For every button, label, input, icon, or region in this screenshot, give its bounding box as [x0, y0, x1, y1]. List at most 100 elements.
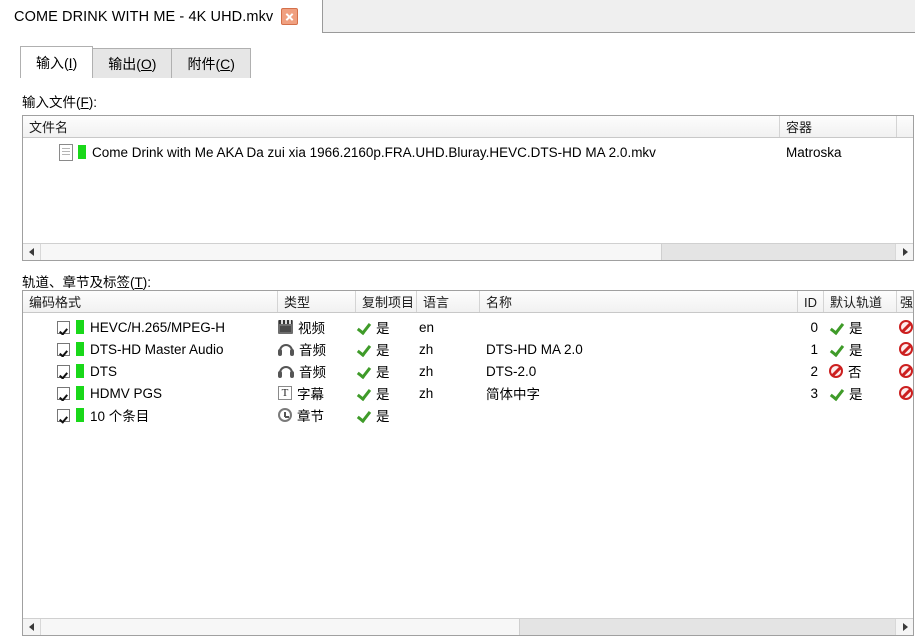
table-row[interactable]: HDMV PGS T 字幕 是 zh 简体中字 3 是	[23, 382, 913, 404]
track-type-cell: T 字幕	[278, 383, 356, 403]
tracks-hscrollbar[interactable]	[23, 618, 913, 635]
track-codec-cell[interactable]: HDMV PGS	[23, 386, 278, 401]
check-icon	[356, 386, 371, 400]
scrollbar-track[interactable]	[520, 619, 895, 635]
tab-output[interactable]: 输出(O)	[92, 48, 173, 78]
track-copy-cell[interactable]: 是	[356, 405, 417, 425]
tracks-rows: HEVC/H.265/MPEG-H 视频 是 en 0 是 DTS-HD Mas…	[23, 313, 913, 426]
tab-attachments[interactable]: 附件(C)	[171, 48, 251, 78]
column-header-container[interactable]: 容器	[780, 116, 897, 137]
track-default-text: 是	[849, 343, 863, 358]
column-header-filename[interactable]: 文件名	[23, 116, 780, 137]
track-codec-text: DTS-HD Master Audio	[90, 341, 224, 357]
track-forced-cell[interactable]	[897, 342, 913, 356]
track-type-text: 章节	[297, 409, 324, 424]
table-row[interactable]: HEVC/H.265/MPEG-H 视频 是 en 0 是	[23, 316, 913, 338]
column-header-default-track[interactable]: 默认轨道	[824, 291, 897, 312]
scrollbar-track[interactable]	[662, 244, 895, 260]
input-files-list[interactable]: 文件名 容器 Come Drink with Me AKA Da zui xia…	[22, 115, 914, 261]
track-copy-text: 是	[376, 321, 390, 336]
track-type-cell: 章节	[278, 405, 356, 425]
track-codec-text: 10 个条目	[90, 409, 150, 424]
track-forced-cell[interactable]	[897, 386, 913, 400]
track-default-text: 是	[849, 387, 863, 402]
column-header-language[interactable]: 语言	[417, 291, 480, 312]
track-type-cell: 音频	[278, 361, 356, 381]
scroll-left-icon[interactable]	[23, 619, 41, 635]
column-header-copy[interactable]: 复制项目	[356, 291, 417, 312]
file-name-text: Come Drink with Me AKA Da zui xia 1966.2…	[92, 144, 656, 160]
column-header-id[interactable]: ID	[798, 291, 824, 312]
input-files-hscrollbar[interactable]	[23, 243, 913, 260]
track-copy-cell[interactable]: 是	[356, 339, 417, 359]
no-icon	[899, 320, 913, 334]
input-files-rows: Come Drink with Me AKA Da zui xia 1966.2…	[23, 141, 913, 163]
green-bar-icon	[76, 364, 84, 378]
track-copy-cell[interactable]: 是	[356, 383, 417, 403]
track-id-cell: 2	[810, 363, 818, 379]
green-bar-icon	[76, 320, 84, 334]
track-name-cell: DTS-HD MA 2.0	[486, 341, 583, 357]
close-icon[interactable]	[281, 8, 299, 25]
document-tab[interactable]: COME DRINK WITH ME - 4K UHD.mkv	[0, 0, 323, 33]
track-enabled-checkbox[interactable]	[57, 364, 70, 378]
track-copy-cell[interactable]: 是	[356, 317, 417, 337]
tab-bar: 输入(I) 输出(O) 附件(C)	[20, 46, 251, 78]
document-tab-bar: COME DRINK WITH ME - 4K UHD.mkv	[0, 0, 915, 33]
track-enabled-checkbox[interactable]	[57, 320, 70, 334]
track-default-cell[interactable]: 是	[824, 317, 897, 337]
scroll-right-icon[interactable]	[895, 244, 913, 260]
column-header-codec[interactable]: 编码格式	[23, 291, 278, 312]
column-header-type[interactable]: 类型	[278, 291, 356, 312]
track-default-cell[interactable]: 是	[824, 339, 897, 359]
check-icon	[829, 320, 844, 334]
track-codec-text: HDMV PGS	[90, 385, 163, 401]
column-header-name[interactable]: 名称	[480, 291, 798, 312]
track-enabled-checkbox[interactable]	[57, 408, 70, 422]
track-default-cell[interactable]: 否	[824, 361, 897, 381]
check-icon	[829, 386, 844, 400]
table-row[interactable]: DTS 音频 是 zh DTS-2.0 2 否	[23, 360, 913, 382]
track-name-cell: 简体中字	[486, 387, 540, 402]
file-name-cell[interactable]: Come Drink with Me AKA Da zui xia 1966.2…	[23, 143, 780, 161]
table-row[interactable]: Come Drink with Me AKA Da zui xia 1966.2…	[23, 141, 913, 163]
video-icon	[278, 320, 293, 334]
chapter-icon	[278, 408, 292, 422]
track-codec-text: DTS	[90, 363, 117, 379]
scrollbar-thumb[interactable]	[41, 244, 662, 260]
scroll-right-icon[interactable]	[895, 619, 913, 635]
track-type-cell: 视频	[278, 317, 356, 337]
file-container-cell: Matroska	[786, 144, 842, 160]
track-type-text: 音频	[299, 343, 326, 358]
track-enabled-checkbox[interactable]	[57, 342, 70, 356]
tracks-label: 轨道、章节及标签(T):	[22, 275, 151, 290]
tracks-list[interactable]: 编码格式 类型 复制项目 语言 名称 ID 默认轨道 强 HEVC/H.265/…	[22, 290, 914, 636]
column-header-forced-track[interactable]: 强	[897, 291, 913, 312]
green-bar-icon	[76, 408, 84, 422]
track-language-cell: zh	[419, 341, 434, 357]
track-language-cell: en	[419, 319, 435, 335]
track-codec-cell[interactable]: DTS-HD Master Audio	[23, 342, 278, 357]
green-bar-icon	[78, 145, 86, 159]
tab-input[interactable]: 输入(I)	[20, 46, 94, 78]
track-id-cell: 3	[810, 385, 818, 401]
track-copy-cell[interactable]: 是	[356, 361, 417, 381]
track-codec-cell[interactable]: DTS	[23, 364, 278, 379]
track-codec-cell[interactable]: 10 个条目	[23, 405, 278, 425]
track-forced-cell[interactable]	[897, 364, 913, 378]
track-enabled-checkbox[interactable]	[57, 386, 70, 400]
track-type-cell: 音频	[278, 339, 356, 359]
track-default-cell[interactable]: 是	[824, 383, 897, 403]
table-row[interactable]: DTS-HD Master Audio 音频 是 zh DTS-HD MA 2.…	[23, 338, 913, 360]
scroll-left-icon[interactable]	[23, 244, 41, 260]
audio-icon	[278, 365, 294, 378]
track-id-cell: 1	[810, 341, 818, 357]
track-codec-cell[interactable]: HEVC/H.265/MPEG-H	[23, 320, 278, 335]
no-icon	[899, 386, 913, 400]
table-row[interactable]: 10 个条目 章节 是	[23, 404, 913, 426]
track-copy-text: 是	[376, 365, 390, 380]
track-copy-text: 是	[376, 343, 390, 358]
track-forced-cell[interactable]	[897, 320, 913, 334]
track-codec-text: HEVC/H.265/MPEG-H	[90, 319, 226, 335]
scrollbar-thumb[interactable]	[41, 619, 520, 635]
